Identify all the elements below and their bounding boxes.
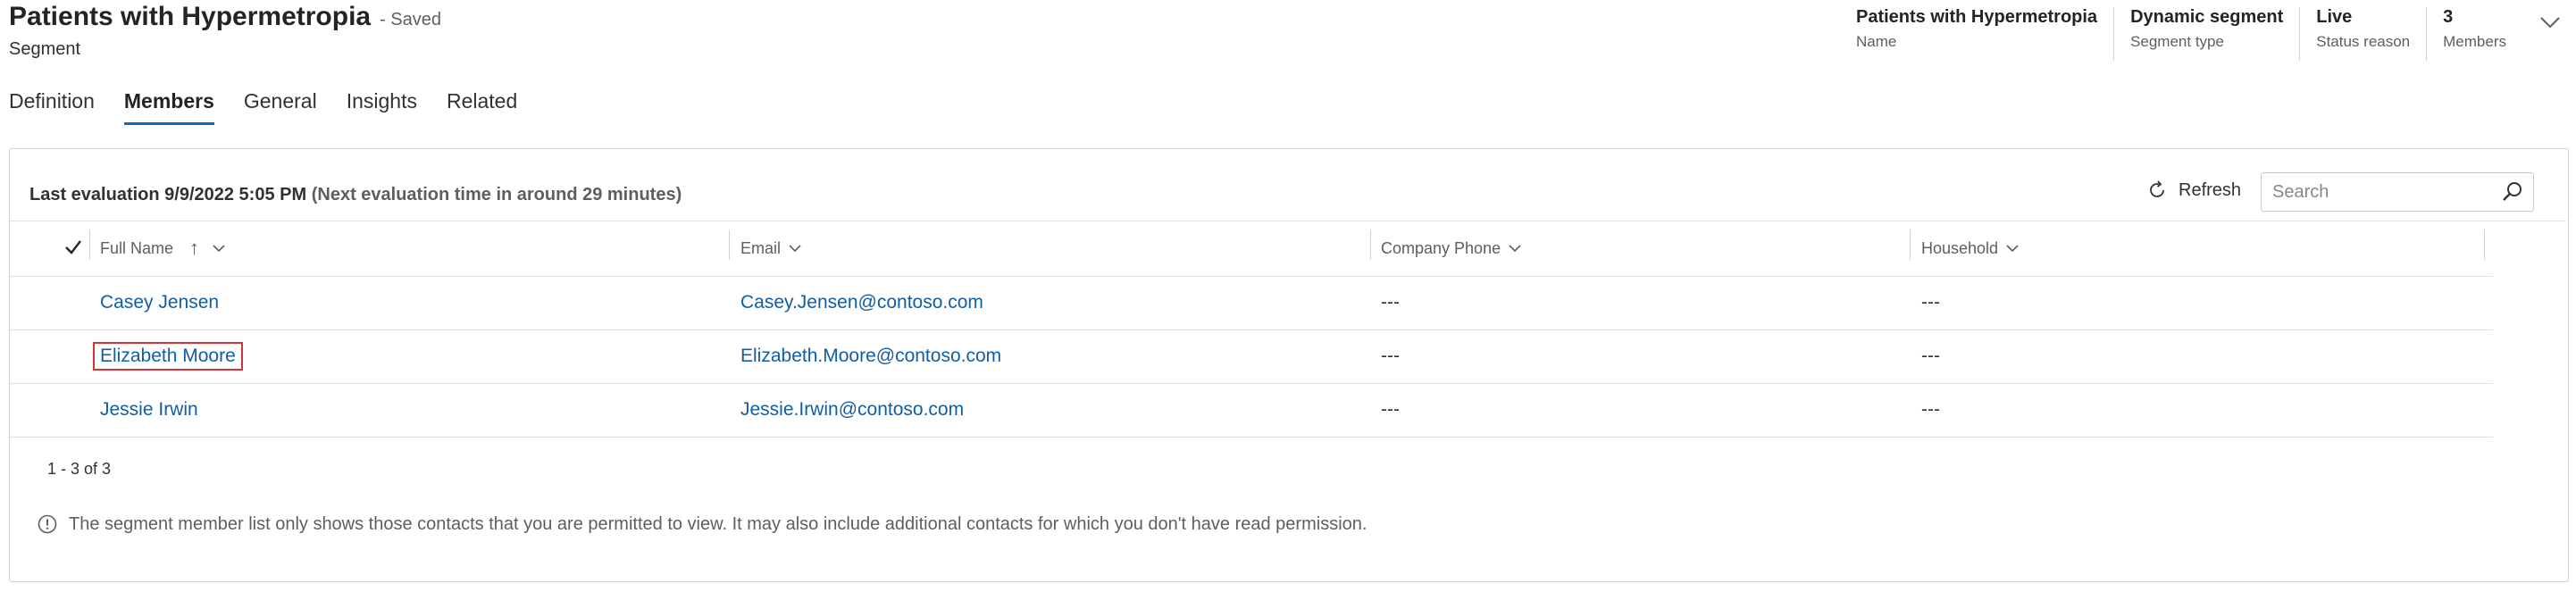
record-title: Patients with Hypermetropia - Saved [9, 2, 441, 32]
household-cell: --- [1921, 292, 1940, 313]
search-input[interactable] [2271, 180, 2488, 204]
column-header-label: Full Name [100, 238, 174, 257]
search-icon[interactable] [2501, 180, 2524, 204]
record-count: 1 - 3 of 3 [47, 460, 112, 478]
company-phone-cell: --- [1381, 346, 1400, 366]
chevron-down-icon [789, 245, 801, 253]
column-separator [1910, 229, 1911, 260]
last-evaluation-text: Last evaluation 9/9/2022 5:05 PM [29, 185, 307, 204]
household-cell: --- [1921, 399, 1940, 420]
column-separator [89, 229, 90, 260]
select-all-checkmark-icon[interactable] [63, 238, 83, 257]
column-header-company-phone[interactable]: Company Phone [1381, 221, 1524, 276]
header-field-value: Live [2316, 7, 2353, 27]
sort-ascending-icon: ↑ [189, 237, 200, 259]
tab-insights[interactable]: Insights [347, 89, 417, 125]
info-note: The segment member list only shows those… [37, 513, 1367, 535]
record-title-text: Patients with Hypermetropia [9, 2, 372, 31]
chevron-down-icon [213, 245, 225, 253]
chevron-down-icon [2006, 245, 2019, 253]
header-field-label: Status reason [2316, 33, 2411, 50]
header-field-status-reason: Live Status reason [2299, 7, 2426, 61]
header-field-value: 3 [2443, 7, 2454, 27]
divider [10, 437, 2493, 438]
table-row[interactable]: Elizabeth Moore Elizabeth.Moore@contoso.… [10, 329, 2493, 383]
refresh-button[interactable]: Refresh [2146, 179, 2241, 201]
company-phone-cell: --- [1381, 292, 1400, 313]
refresh-label: Refresh [2179, 179, 2242, 200]
members-panel: Last evaluation 9/9/2022 5:05 PM (Next e… [9, 148, 2569, 582]
header-field-label: Segment type [2130, 33, 2224, 50]
chevron-down-icon [1509, 245, 1521, 253]
refresh-icon [2150, 180, 2164, 197]
header-field-name: Patients with Hypermetropia Name [1840, 7, 2113, 61]
header-field-members: 3 Members [2426, 7, 2522, 61]
info-note-text: The segment member list only shows those… [69, 513, 1367, 534]
header-fields: Patients with Hypermetropia Name Dynamic… [1840, 7, 2522, 61]
email-link[interactable]: Elizabeth.Moore@contoso.com [740, 346, 1001, 367]
table-row[interactable]: Jessie Irwin Jessie.Irwin@contoso.com --… [10, 383, 2493, 437]
column-header-full-name[interactable]: Full Name ↑ [100, 221, 228, 276]
column-separator [1370, 229, 1371, 260]
header-field-value: Patients with Hypermetropia [1856, 7, 2098, 27]
grid-header: Full Name ↑ Email Company Phone Househol… [10, 221, 2566, 276]
column-separator [729, 229, 730, 260]
tab-members[interactable]: Members [123, 89, 214, 125]
household-cell: --- [1921, 346, 1940, 366]
info-icon [38, 514, 57, 534]
tab-related[interactable]: Related [447, 89, 517, 125]
header-field-label: Name [1856, 33, 1897, 50]
expand-header-chevron-icon[interactable] [2537, 9, 2563, 36]
column-header-label: Household [1921, 238, 1999, 257]
email-link[interactable]: Jessie.Irwin@contoso.com [740, 399, 964, 421]
table-row[interactable]: Casey Jensen Casey.Jensen@contoso.com --… [10, 276, 2493, 329]
saved-status: - Saved [380, 10, 442, 29]
evaluation-info: Last evaluation 9/9/2022 5:05 PM (Next e… [29, 185, 682, 205]
column-header-household[interactable]: Household [1921, 221, 2021, 276]
tab-general[interactable]: General [244, 89, 317, 125]
column-header-label: Company Phone [1381, 238, 1501, 257]
header-field-value: Dynamic segment [2130, 7, 2284, 27]
full-name-link[interactable]: Jessie Irwin [100, 399, 198, 421]
tab-list: Definition Members General Insights Rela… [9, 89, 547, 125]
column-separator [2484, 229, 2485, 260]
email-link[interactable]: Casey.Jensen@contoso.com [740, 292, 983, 313]
full-name-link[interactable]: Elizabeth Moore [93, 342, 243, 371]
company-phone-cell: --- [1381, 399, 1400, 420]
header-field-segment-type: Dynamic segment Segment type [2113, 7, 2299, 61]
header-field-label: Members [2443, 33, 2506, 50]
full-name-link[interactable]: Casey Jensen [100, 292, 219, 313]
next-evaluation-text: (Next evaluation time in around 29 minut… [311, 185, 682, 204]
entity-type-label: Segment [9, 39, 81, 59]
column-header-label: Email [740, 238, 782, 257]
tab-definition[interactable]: Definition [9, 89, 95, 125]
column-header-email[interactable]: Email [740, 221, 804, 276]
search-box[interactable] [2261, 172, 2534, 212]
